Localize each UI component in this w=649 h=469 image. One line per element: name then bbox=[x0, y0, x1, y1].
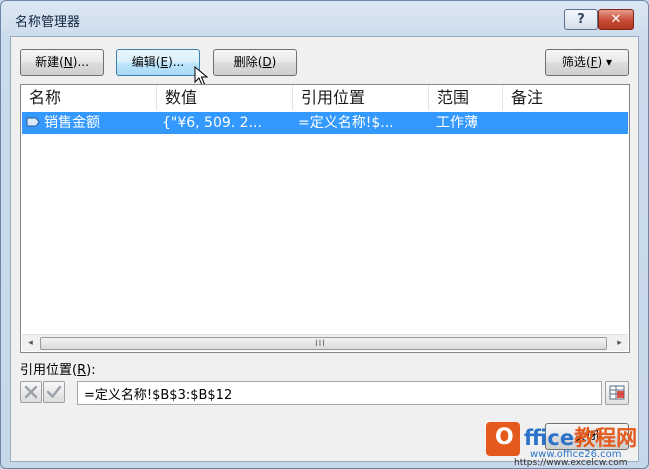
cancel-edit-button[interactable] bbox=[20, 381, 42, 403]
refers-label-key: R bbox=[77, 363, 87, 378]
window-title: 名称管理器 bbox=[15, 15, 81, 30]
delete-button-tail: ) bbox=[271, 55, 277, 69]
close-window-button[interactable]: ✕ bbox=[598, 9, 634, 30]
column-header-refers-to[interactable]: 引用位置 bbox=[293, 85, 429, 110]
column-header-value[interactable]: 数值 bbox=[157, 85, 293, 110]
watermark-brand: ffice教程网 bbox=[524, 422, 637, 452]
row-scope: 工作薄 bbox=[436, 115, 478, 131]
edit-button-key: E bbox=[160, 55, 169, 69]
scroll-left-icon[interactable]: ◂ bbox=[22, 335, 39, 352]
office-logo-icon: O bbox=[486, 422, 520, 456]
range-select-icon bbox=[609, 385, 625, 400]
new-button-label: 新建 bbox=[35, 55, 60, 69]
delete-button-label: 删除 bbox=[233, 55, 258, 69]
logo-letter: O bbox=[495, 425, 514, 450]
new-button[interactable]: 新建(N)... bbox=[20, 49, 104, 76]
check-icon bbox=[46, 385, 62, 399]
row-comment bbox=[510, 112, 620, 134]
table-row[interactable]: 销售金额 {"¥6, 509. 2... =定义名称!$... 工作薄 bbox=[22, 112, 628, 134]
new-button-key: N bbox=[63, 55, 73, 69]
filter-button-label: 筛选 bbox=[561, 55, 586, 69]
defined-name-icon bbox=[26, 117, 40, 127]
mouse-pointer-icon bbox=[194, 66, 208, 86]
column-header-scope[interactable]: 范围 bbox=[429, 85, 503, 110]
refers-label-prefix: 引用位置( bbox=[20, 363, 78, 378]
x-icon bbox=[24, 385, 38, 399]
title-bar[interactable]: 名称管理器 ? ✕ bbox=[1, 1, 648, 33]
row-name: 销售金额 bbox=[44, 115, 100, 131]
collapse-dialog-button[interactable] bbox=[605, 381, 629, 405]
new-button-tail: )... bbox=[72, 55, 89, 69]
column-header-comment[interactable]: 备注 bbox=[503, 85, 629, 110]
filter-button-key: F bbox=[590, 55, 598, 69]
brand-cn: 教程网 bbox=[574, 426, 638, 450]
delete-button[interactable]: 删除(D) bbox=[213, 49, 297, 76]
dialog-content: 新建(N)... 编辑(E)... 删除(D) 筛选(F) ▾ 名称 数值 引用… bbox=[10, 36, 639, 462]
refers-to-label: 引用位置(R): bbox=[20, 359, 96, 378]
column-header-name[interactable]: 名称 bbox=[21, 85, 157, 110]
name-manager-window: 名称管理器 ? ✕ 新建(N)... 编辑(E)... 删除(D) 筛选(F) … bbox=[0, 0, 649, 469]
refers-label-suffix: ): bbox=[86, 363, 96, 378]
brand-latin: ffice bbox=[524, 426, 575, 450]
scroll-right-icon[interactable]: ▸ bbox=[611, 335, 628, 352]
confirm-edit-button[interactable] bbox=[43, 381, 65, 403]
edit-button-label: 编辑 bbox=[131, 55, 156, 69]
site-watermark: O ffice教程网 www.office26.com https://www.… bbox=[484, 420, 649, 469]
watermark-url-secondary: https://www.excelcw.com bbox=[514, 458, 628, 468]
delete-button-key: D bbox=[262, 55, 272, 69]
names-list[interactable]: 名称 数值 引用位置 范围 备注 销售金额 {"¥6, 509. 2... =定… bbox=[20, 84, 630, 353]
filter-button-tail: ) ▾ bbox=[597, 55, 613, 69]
row-value: {"¥6, 509. 2... bbox=[162, 115, 262, 131]
edit-button-tail: )... bbox=[168, 55, 185, 69]
scroll-grip-icon: III bbox=[315, 339, 326, 349]
scrollbar-thumb[interactable]: III bbox=[40, 337, 607, 350]
edit-button[interactable]: 编辑(E)... bbox=[116, 49, 200, 76]
help-button[interactable]: ? bbox=[564, 9, 598, 30]
refers-to-input[interactable] bbox=[77, 381, 602, 405]
row-refers-to: =定义名称!$... bbox=[298, 115, 394, 131]
filter-button[interactable]: 筛选(F) ▾ bbox=[545, 49, 629, 76]
horizontal-scrollbar[interactable]: ◂ III ▸ bbox=[22, 334, 628, 351]
list-header: 名称 数值 引用位置 范围 备注 bbox=[21, 85, 629, 110]
